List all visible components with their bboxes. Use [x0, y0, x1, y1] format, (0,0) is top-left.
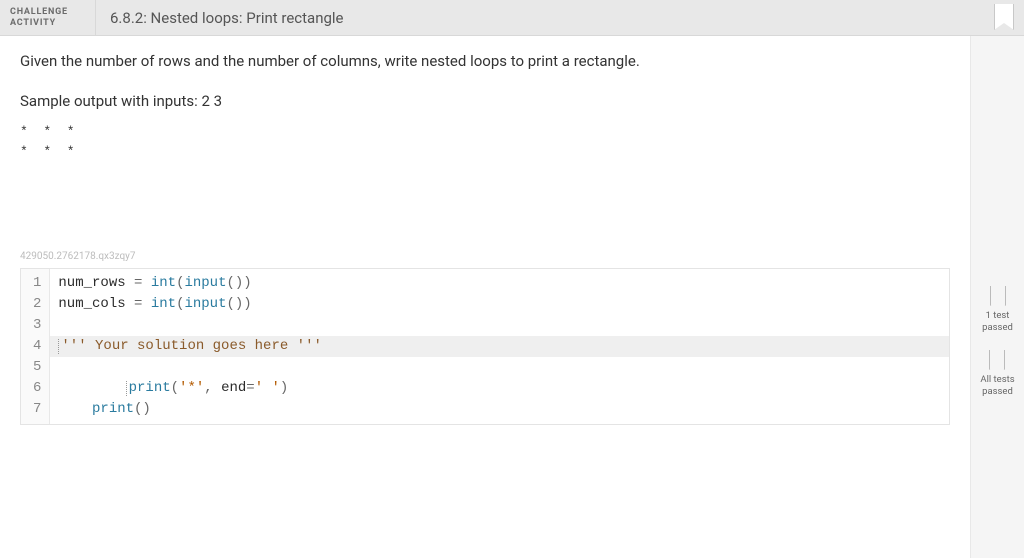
instruction-text: Given the number of rows and the number …: [20, 52, 950, 70]
status-line: passed: [982, 322, 1013, 333]
code-editor[interactable]: 1 2 3 4 5 6 7 num_rows = int(input()) nu…: [20, 268, 950, 425]
line-number: 1: [33, 273, 41, 294]
sample-output-label: Sample output with inputs: 2 3: [20, 92, 950, 110]
clipboard-icon: [989, 350, 1005, 370]
activity-title: 6.8.2: Nested loops: Print rectangle: [96, 0, 994, 35]
clipboard-icon: [990, 286, 1006, 306]
status-line: All tests: [980, 374, 1014, 385]
activity-id: 429050.2762178.qx3zqy7: [20, 251, 950, 262]
status-rail: 1 test passed All tests passed: [970, 36, 1024, 558]
status-line: 1 test: [986, 310, 1010, 321]
code-line[interactable]: num_rows = int(input()): [50, 273, 949, 294]
code-line[interactable]: print(): [50, 399, 949, 420]
status-1-test-passed: 1 test passed: [982, 286, 1013, 334]
line-number: 5: [33, 357, 41, 378]
code-line-highlight[interactable]: ''' Your solution goes here ''': [50, 336, 949, 357]
line-number: 2: [33, 294, 41, 315]
line-number-gutter: 1 2 3 4 5 6 7: [21, 269, 50, 424]
code-area[interactable]: num_rows = int(input()) num_cols = int(i…: [50, 269, 949, 424]
code-line[interactable]: num_cols = int(input()): [50, 294, 949, 315]
challenge-activity-label: CHALLENGE ACTIVITY: [0, 0, 96, 35]
line-number: 6: [33, 378, 41, 399]
label-line2: ACTIVITY: [10, 18, 85, 29]
line-number: 7: [33, 399, 41, 420]
activity-header: CHALLENGE ACTIVITY 6.8.2: Nested loops: …: [0, 0, 1024, 36]
line-number: 3: [33, 315, 41, 336]
code-line[interactable]: [50, 357, 949, 378]
main-content: Given the number of rows and the number …: [0, 36, 970, 558]
line-number: 4: [33, 336, 41, 357]
cursor-icon: [58, 339, 59, 354]
label-line1: CHALLENGE: [10, 7, 85, 18]
bookmark-icon[interactable]: [994, 4, 1014, 30]
status-line: passed: [982, 386, 1013, 397]
sample-output: * * * * * *: [20, 122, 950, 161]
cursor-icon: [126, 381, 127, 396]
code-line[interactable]: [50, 315, 949, 336]
code-line[interactable]: print('*', end=' '): [50, 378, 949, 399]
status-all-tests-passed: All tests passed: [980, 350, 1014, 398]
